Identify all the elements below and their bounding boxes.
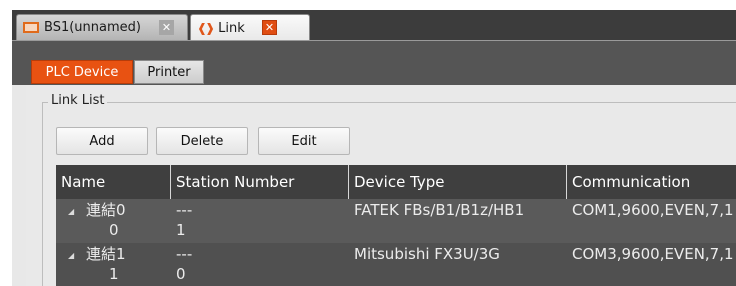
row-communication: COM1,9600,EVEN,7,1: [572, 201, 734, 219]
row-device-type: FATEK FBs/B1/B1z/HB1: [354, 201, 525, 219]
column-header-name[interactable]: Name: [56, 165, 171, 199]
link-icon: ❰❱: [197, 21, 215, 35]
tab-bs1[interactable]: BS1(unnamed) ✕: [16, 14, 188, 40]
tab-printer[interactable]: Printer: [134, 60, 204, 84]
sub-tab-bar: PLC Device Printer: [12, 41, 736, 85]
tab-link[interactable]: ❰❱ Link ✕: [190, 14, 310, 41]
row-index: 1: [109, 265, 119, 283]
group-border: [42, 102, 736, 103]
group-border: [42, 102, 43, 286]
grid-header: Name Station Number Device Type Communic…: [56, 165, 736, 199]
row-communication: COM3,9600,EVEN,7,1: [572, 245, 734, 263]
expand-triangle-icon[interactable]: ◢: [68, 251, 74, 260]
row-name: 連結1: [86, 245, 126, 263]
table-row[interactable]: ◢ 連結1 1 --- 0 Mitsubishi FX3U/3G COM3,96…: [56, 243, 736, 286]
delete-button[interactable]: Delete: [156, 127, 248, 155]
close-icon[interactable]: ✕: [262, 20, 277, 35]
document-tab-strip: BS1(unnamed) ✕ ❰❱ Link ✕: [12, 10, 736, 41]
cropped-top-text: [0, 0, 736, 10]
row-station-number: 0: [176, 265, 186, 283]
row-station: ---: [176, 201, 193, 219]
edit-button[interactable]: Edit: [258, 127, 350, 155]
table-row[interactable]: ◢ 連結0 0 --- 1 FATEK FBs/B1/B1z/HB1 COM1,…: [56, 199, 736, 243]
column-header-device-type[interactable]: Device Type: [349, 165, 567, 199]
tab-link-label: Link: [218, 20, 245, 36]
column-header-station-number[interactable]: Station Number: [171, 165, 349, 199]
link-list-label: Link List: [48, 93, 108, 108]
tab-bs1-label: BS1(unnamed): [44, 20, 141, 35]
add-button[interactable]: Add: [56, 127, 148, 155]
row-index: 0: [109, 221, 119, 239]
row-device-type: Mitsubishi FX3U/3G: [354, 245, 500, 263]
column-header-communication[interactable]: Communication: [567, 165, 736, 199]
plc-device-panel: Link List Add Delete Edit Name Station N…: [26, 85, 736, 286]
tab-plc-device[interactable]: PLC Device: [31, 60, 133, 84]
close-icon[interactable]: ✕: [159, 20, 174, 35]
expand-triangle-icon[interactable]: ◢: [68, 207, 74, 216]
application-window: BS1(unnamed) ✕ ❰❱ Link ✕ PLC Device Prin…: [12, 10, 736, 286]
window-icon: [23, 22, 39, 33]
row-name: 連結0: [86, 201, 126, 219]
link-list-grid: Name Station Number Device Type Communic…: [56, 165, 736, 286]
link-tab-content: PLC Device Printer Link List Add Delete …: [12, 40, 736, 286]
row-station-number: 1: [176, 221, 186, 239]
row-station: ---: [176, 245, 193, 263]
